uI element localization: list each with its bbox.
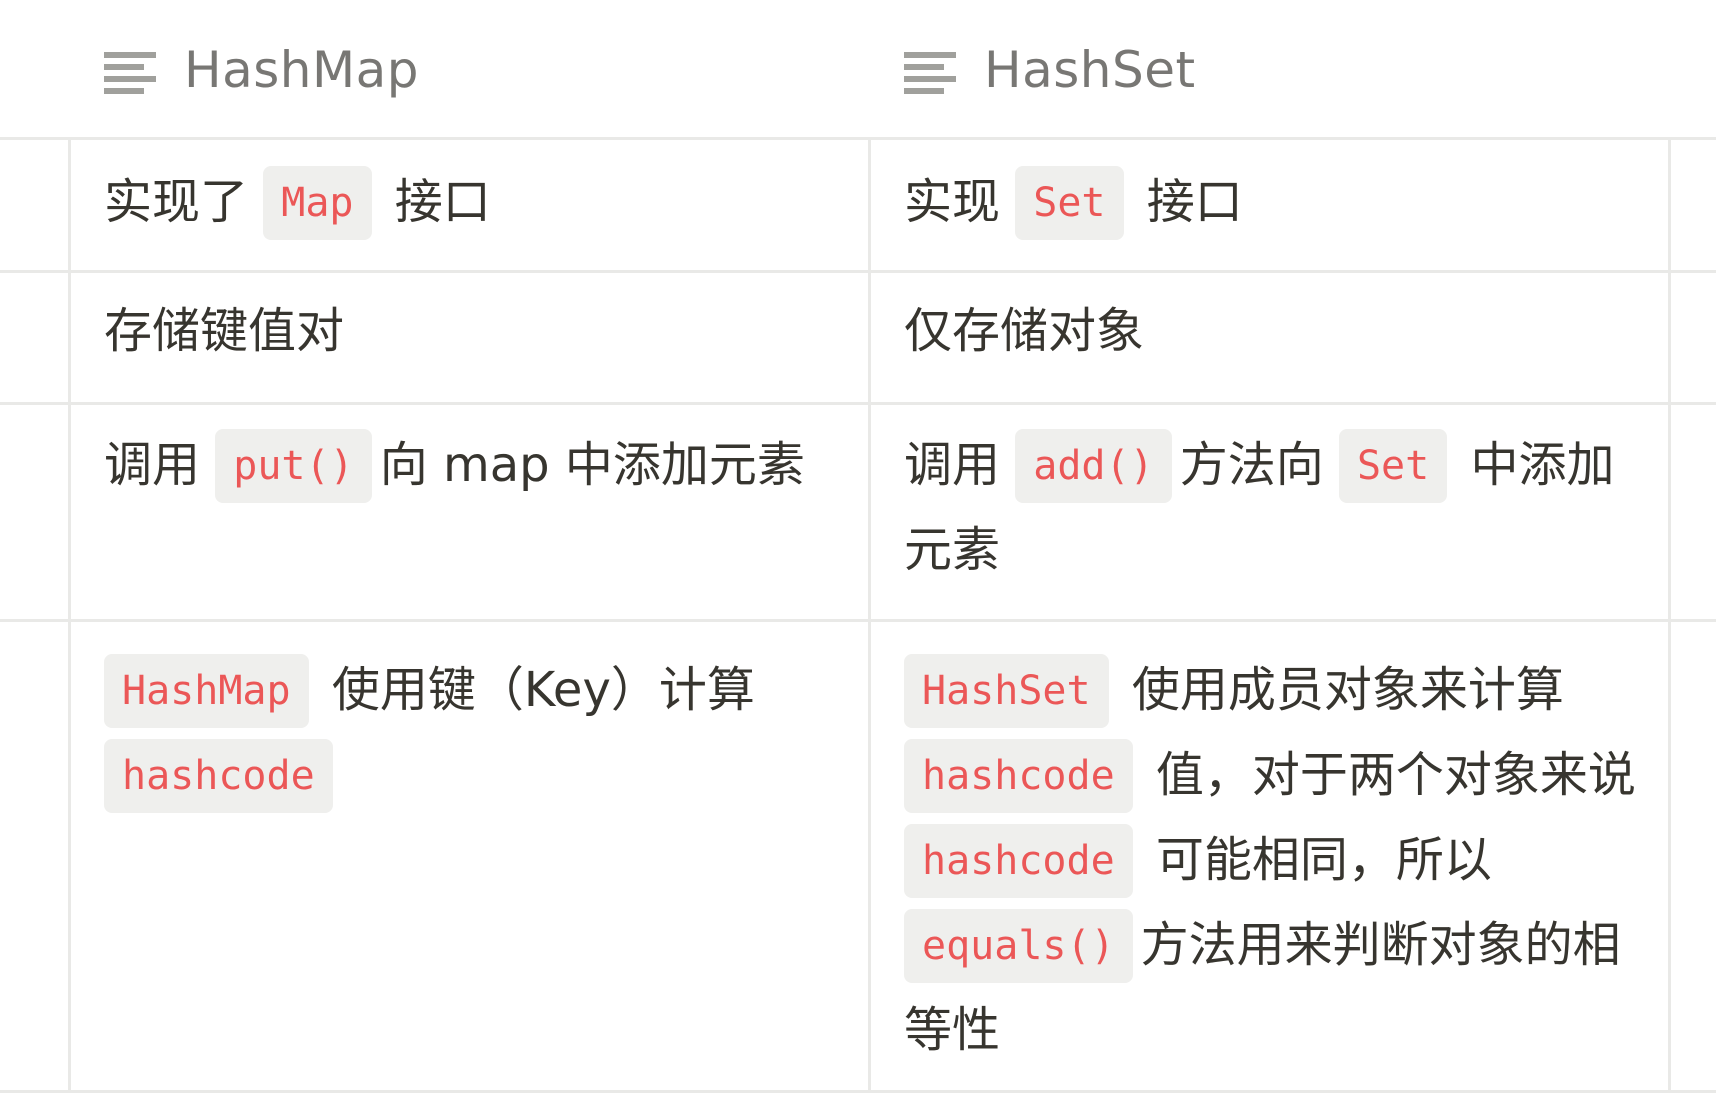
table-cell-hashset[interactable]: 实现 Set 接口 xyxy=(904,160,1644,245)
inline-code: hashcode xyxy=(104,739,333,813)
table-cell-hashmap[interactable]: 实现了 Map 接口 xyxy=(104,160,844,245)
table-cell-hashset[interactable]: 调用 add() 方法向 Set 中添加元素 xyxy=(904,423,1644,592)
column-header-label: HashMap xyxy=(184,41,419,99)
table-cell-hashset[interactable]: 仅存储对象 xyxy=(904,289,1644,373)
table-row: 调用 put() 向 map 中添加元素 调用 add() 方法向 Set 中添加元… xyxy=(0,405,1716,622)
table-cell-hashset[interactable]: HashSet 使用成员对象来计算 hashcode 值，对于两个对象来说 ha… xyxy=(904,648,1644,1072)
inline-code: add() xyxy=(1015,429,1172,503)
inline-code: put() xyxy=(215,429,372,503)
table-row: HashMap 使用键（Key）计算 hashcode HashSet 使用成员… xyxy=(0,622,1716,1093)
inline-code: Set xyxy=(1338,429,1448,503)
inline-code: hashcode xyxy=(904,739,1133,813)
table-bottom-border xyxy=(0,1090,1716,1093)
text-lines-icon xyxy=(904,48,956,94)
table-row: 实现了 Map 接口 实现 Set 接口 xyxy=(0,140,1716,273)
column-header-hashmap[interactable]: HashMap xyxy=(104,40,419,100)
inline-code: hashcode xyxy=(904,824,1133,898)
table-header-row: HashMap HashSet xyxy=(0,0,1716,140)
text-lines-icon xyxy=(104,48,156,94)
inline-code: HashSet xyxy=(904,654,1109,728)
column-header-hashset[interactable]: HashSet xyxy=(904,40,1196,100)
table-cell-hashmap[interactable]: HashMap 使用键（Key）计算 hashcode xyxy=(104,648,804,818)
inline-code: HashMap xyxy=(104,654,309,728)
table-cell-hashmap[interactable]: 存储键值对 xyxy=(104,289,844,373)
table-cell-hashmap[interactable]: 调用 put() 向 map 中添加元素 xyxy=(104,423,844,508)
column-header-label: HashSet xyxy=(984,41,1196,99)
inline-code: Set xyxy=(1015,166,1124,240)
inline-code: equals() xyxy=(904,909,1133,983)
inline-code: Map xyxy=(263,166,372,240)
table-row: 存储键值对 仅存储对象 xyxy=(0,273,1716,405)
